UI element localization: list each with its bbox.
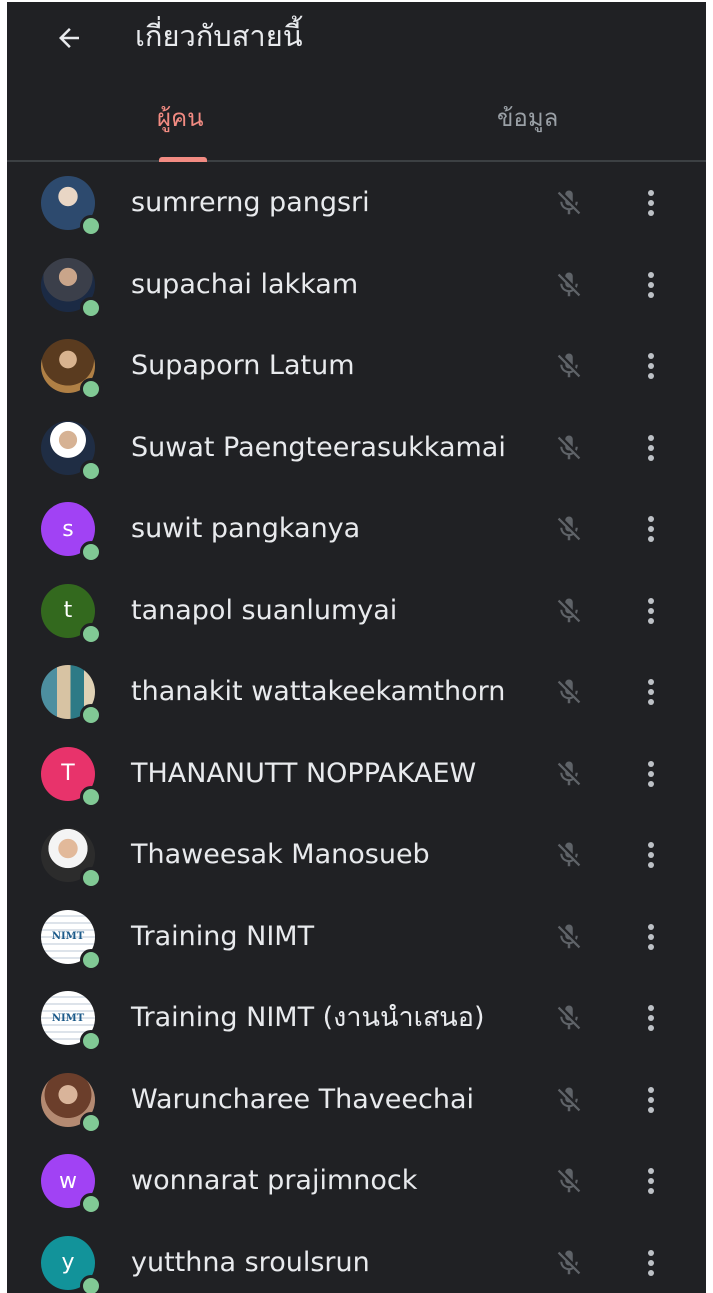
participant-name: Training NIMT (งานนำเสนอ) [131, 1002, 485, 1033]
participant-row[interactable]: NIMT Training NIMT (งานนำเสนอ) [7, 977, 706, 1059]
avatar: y [41, 1235, 102, 1293]
avatar: s [41, 502, 102, 563]
participant-name: Suwat Paengteerasukkamai [131, 431, 506, 463]
participant-row[interactable]: t tanapol suanlumyai [7, 570, 706, 652]
participant-name: suwit pangkanya [131, 513, 361, 544]
participant-name: tanapol suanlumyai [131, 594, 398, 626]
more-vert-icon[interactable] [635, 185, 667, 221]
participant-name: THANANUTT NOPPAKAEW [131, 757, 477, 789]
mic-off-icon[interactable] [551, 348, 587, 384]
more-vert-icon[interactable] [635, 348, 667, 384]
avatar: t [41, 583, 102, 645]
mic-off-icon[interactable] [551, 919, 587, 955]
participant-row[interactable]: s suwit pangkanya [7, 488, 706, 570]
mic-off-icon[interactable] [551, 185, 587, 221]
mic-off-icon[interactable] [551, 430, 587, 466]
more-vert-icon[interactable] [635, 511, 667, 547]
avatar: T [41, 746, 102, 808]
participant-name: wonnarat prajimnock [131, 1165, 418, 1196]
participant-name: Thaweesak Manosueb [131, 839, 430, 870]
mic-off-icon[interactable] [551, 837, 587, 873]
page-title: เกี่ยวกับสายนี้ [135, 19, 303, 53]
presence-indicator [80, 1274, 102, 1293]
more-vert-icon[interactable] [635, 430, 667, 466]
mic-off-icon[interactable] [551, 267, 587, 303]
presence-indicator [80, 704, 102, 726]
participant-row[interactable]: Thaweesak Manosueb [7, 814, 706, 896]
participant-row[interactable]: supachai lakkam [7, 244, 706, 326]
presence-indicator [80, 459, 102, 482]
mic-off-icon[interactable] [551, 1000, 587, 1036]
more-vert-icon[interactable] [635, 1082, 667, 1118]
tab-people[interactable]: ผู้คน [157, 100, 204, 136]
participant-row[interactable]: thanakit wattakeekamthorn [7, 651, 706, 733]
presence-indicator [80, 1030, 102, 1052]
mic-off-icon[interactable] [551, 1245, 587, 1281]
avatar [41, 828, 102, 889]
participant-name: Waruncharee Thaveechai [131, 1083, 475, 1115]
participant-row[interactable]: w wonnarat prajimnock [7, 1140, 706, 1222]
avatar [41, 420, 102, 482]
mic-off-icon[interactable] [551, 756, 587, 792]
mic-off-icon[interactable] [551, 674, 587, 710]
more-vert-icon[interactable] [635, 593, 667, 629]
avatar [41, 665, 102, 726]
presence-indicator [80, 622, 102, 645]
presence-indicator [80, 948, 102, 971]
avatar: NIMT [41, 909, 102, 971]
participant-row[interactable]: y yutthna sroulsrun [7, 1222, 706, 1293]
tab-info[interactable]: ข้อมูล [497, 100, 558, 136]
presence-indicator [80, 1193, 102, 1215]
arrow-back-icon [59, 28, 79, 48]
more-vert-icon[interactable] [635, 1163, 667, 1199]
participant-row[interactable]: Waruncharee Thaveechai [7, 1059, 706, 1141]
participant-row[interactable]: sumrerng pangsri [7, 162, 706, 244]
participant-name: yutthna sroulsrun [131, 1246, 370, 1278]
app-bar: เกี่ยวกับสายนี้ [7, 2, 706, 78]
participant-name: sumrerng pangsri [131, 187, 370, 218]
more-vert-icon[interactable] [635, 1000, 667, 1036]
mic-off-icon[interactable] [551, 593, 587, 629]
more-vert-icon[interactable] [635, 756, 667, 792]
mic-off-icon[interactable] [551, 511, 587, 547]
avatar [41, 176, 102, 237]
participant-row[interactable]: NIMT Training NIMT [7, 896, 706, 978]
participant-row[interactable]: Suwat Paengteerasukkamai [7, 407, 706, 489]
avatar: NIMT [41, 991, 102, 1052]
participant-name: Supaporn Latum [131, 350, 355, 381]
presence-indicator [80, 1111, 102, 1134]
presence-indicator [80, 296, 102, 319]
more-vert-icon[interactable] [635, 267, 667, 303]
tab-bar: ผู้คน ข้อมูล [7, 92, 706, 162]
avatar [41, 339, 102, 400]
avatar-logo-text: NIMT [51, 1012, 85, 1024]
more-vert-icon[interactable] [635, 919, 667, 955]
avatar-logo-text: NIMT [51, 931, 85, 942]
more-vert-icon[interactable] [635, 837, 667, 873]
avatar [41, 257, 102, 319]
mic-off-icon[interactable] [551, 1163, 587, 1199]
back-button[interactable] [51, 20, 87, 56]
presence-indicator [80, 867, 102, 889]
participant-name: Training NIMT [131, 920, 315, 952]
participant-list: sumrerng pangsri supachai lakkam Supapor… [7, 162, 706, 1293]
avatar: w [41, 1154, 102, 1215]
mic-off-icon[interactable] [551, 1082, 587, 1118]
presence-indicator [80, 541, 102, 563]
more-vert-icon[interactable] [635, 1245, 667, 1281]
presence-indicator [80, 215, 102, 237]
presence-indicator [80, 785, 102, 808]
participant-name: thanakit wattakeekamthorn [131, 676, 506, 707]
participant-row[interactable]: Supaporn Latum [7, 325, 706, 407]
call-details-screen: เกี่ยวกับสายนี้ ผู้คน ข้อมูล sumrerng pa… [7, 2, 706, 1293]
participant-row[interactable]: T THANANUTT NOPPAKAEW [7, 733, 706, 815]
presence-indicator [80, 378, 102, 400]
avatar [41, 1072, 102, 1134]
participant-name: supachai lakkam [131, 268, 359, 300]
more-vert-icon[interactable] [635, 674, 667, 710]
